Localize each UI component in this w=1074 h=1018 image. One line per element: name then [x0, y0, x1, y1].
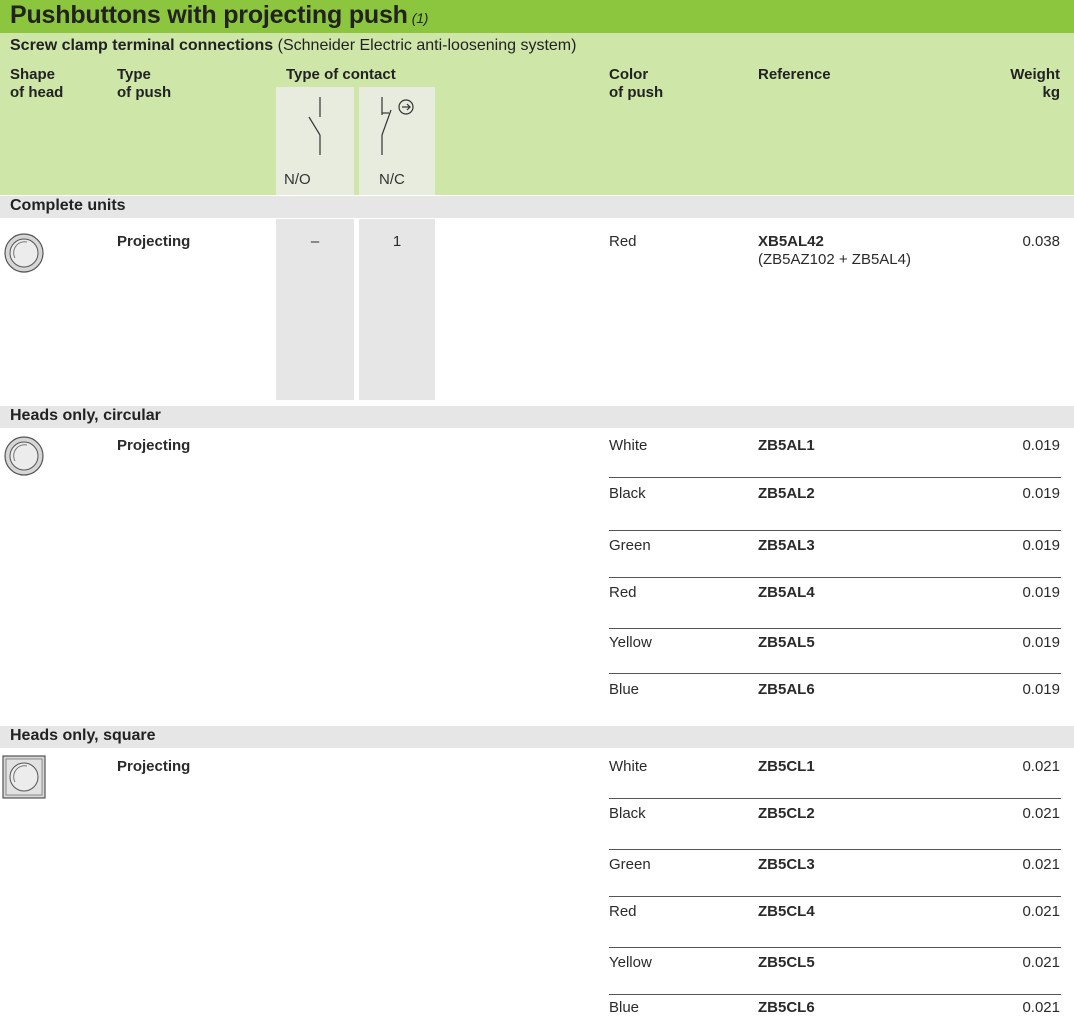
table-row-weight: 0.021: [1022, 758, 1060, 775]
page-subtitle: Screw clamp terminal connections (Schnei…: [10, 37, 577, 54]
header-type: Type of push: [117, 66, 172, 101]
row-divider: [609, 947, 1061, 948]
table-row-weight: 0.021: [1022, 903, 1060, 920]
table-row-reference: ZB5AL1: [758, 437, 815, 454]
square-pushbutton-icon: [2, 755, 46, 799]
nc-contact-box: N/C: [359, 87, 435, 195]
table-row-weight: 0.019: [1022, 681, 1060, 698]
table-row-reference: ZB5CL1: [758, 758, 815, 775]
table-row-weight: 0.021: [1022, 999, 1060, 1016]
section-title-complete-units: Complete units: [10, 197, 126, 214]
header-color: Color of push: [609, 66, 664, 101]
normally-closed-contact-symbol: [381, 97, 414, 155]
table-row-weight: 0.019: [1022, 584, 1060, 601]
table-header-background: [0, 33, 1074, 195]
complete-no-value: –: [310, 233, 320, 250]
table-row-color: Green: [609, 856, 651, 873]
circular-push-type: Projecting: [117, 437, 191, 454]
complete-color: Red: [609, 233, 637, 250]
table-row-color: Black: [609, 485, 646, 502]
table-row-weight: 0.019: [1022, 485, 1060, 502]
no-contact-box: N/O: [276, 87, 354, 195]
section-title-heads-square: Heads only, square: [10, 727, 156, 744]
circular-pushbutton-icon: [4, 436, 44, 476]
table-row-weight: 0.021: [1022, 805, 1060, 822]
complete-push-type: Projecting: [117, 233, 191, 250]
page-title: Pushbuttons with projecting push (1): [10, 1, 429, 29]
row-divider: [609, 798, 1061, 799]
row-divider: [609, 577, 1061, 578]
table-row-weight: 0.021: [1022, 856, 1060, 873]
table-row-weight: 0.019: [1022, 537, 1060, 554]
row-divider: [609, 849, 1061, 850]
row-divider: [609, 994, 1061, 995]
complete-reference: XB5AL42: [758, 233, 824, 250]
table-row-color: Red: [609, 903, 637, 920]
table-row-reference: ZB5AL4: [758, 584, 815, 601]
table-row-color: Yellow: [609, 634, 652, 651]
table-row-color: White: [609, 758, 648, 775]
circular-pushbutton-icon: [4, 233, 44, 273]
header-contact: Type of contact: [286, 66, 396, 83]
no-label: N/O: [284, 171, 311, 188]
title-footnote: (1): [411, 10, 429, 26]
table-row-weight: 0.021: [1022, 954, 1060, 971]
row-divider: [609, 673, 1061, 674]
row-divider: [609, 530, 1061, 531]
section-bar-complete-units: [0, 196, 1074, 218]
table-row-reference: ZB5CL5: [758, 954, 815, 971]
table-row-reference: ZB5CL6: [758, 999, 815, 1016]
table-row-color: Blue: [609, 681, 640, 698]
table-row-weight: 0.019: [1022, 634, 1060, 651]
section-bar-heads-circular: [0, 406, 1074, 428]
table-row-reference: ZB5AL3: [758, 537, 815, 554]
table-row-reference: ZB5CL3: [758, 856, 815, 873]
section-bar-heads-square: [0, 726, 1074, 748]
table-row-reference: ZB5AL6: [758, 681, 815, 698]
complete-weight: 0.038: [1022, 233, 1060, 250]
nc-label: N/C: [379, 171, 405, 188]
table-row-color: Red: [609, 584, 637, 601]
complete-nc-value: 1: [392, 233, 402, 250]
table-row-color: Blue: [609, 999, 640, 1016]
header-weight: Weight kg: [1010, 66, 1060, 101]
table-row-color: Yellow: [609, 954, 652, 971]
table-row-reference: ZB5CL2: [758, 805, 815, 822]
table-row-color: Black: [609, 805, 646, 822]
row-divider: [609, 628, 1061, 629]
header-reference: Reference: [758, 66, 831, 83]
header-shape: Shape of head: [10, 66, 64, 101]
square-push-type: Projecting: [117, 758, 191, 775]
table-row-reference: ZB5AL2: [758, 485, 815, 502]
row-divider: [609, 477, 1061, 478]
complete-reference-detail: (ZB5AZ102 + ZB5AL4): [758, 251, 911, 268]
table-row-reference: ZB5CL4: [758, 903, 815, 920]
table-row-color: White: [609, 437, 648, 454]
table-row-reference: ZB5AL5: [758, 634, 815, 651]
normally-open-contact-symbol: [308, 97, 321, 155]
table-row-weight: 0.019: [1022, 437, 1060, 454]
section-title-heads-circular: Heads only, circular: [10, 407, 161, 424]
row-divider: [609, 896, 1061, 897]
table-row-color: Green: [609, 537, 651, 554]
